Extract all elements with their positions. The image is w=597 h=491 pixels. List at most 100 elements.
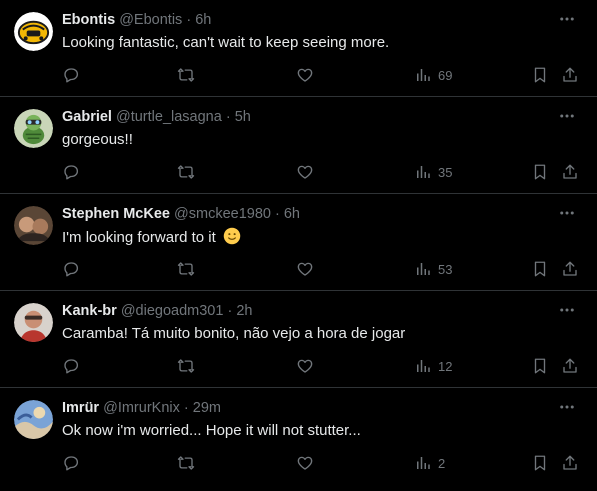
views-button[interactable]: 35 [414,161,452,183]
tweet-item[interactable]: Stephen McKee @smckee1980 · 6h I'm looki… [0,194,597,291]
like-button[interactable] [296,161,314,183]
like-icon [297,68,313,82]
tweet-item[interactable]: Gabriel @turtle_lasagna · 5h gorgeous!! … [0,97,597,194]
views-button[interactable]: 2 [414,452,445,474]
timestamp[interactable]: 6h [195,12,211,28]
display-name[interactable]: Ebontis [62,12,115,28]
timestamp[interactable]: 29m [193,400,221,416]
display-name[interactable]: Kank-br [62,303,117,319]
bookmark-button[interactable] [531,355,549,377]
like-button[interactable] [296,355,314,377]
bookmark-icon [534,261,546,277]
retweet-icon [177,68,195,82]
tweet-item[interactable]: Imrür @ImrurKnix · 29m Ok now i'm worrie… [0,388,597,491]
retweet-button[interactable] [177,258,195,280]
tweet-text: gorgeous!! [62,131,133,148]
slightly-smiling-face-icon [223,227,241,245]
retweet-icon [177,359,195,373]
tweet-header: Gabriel @turtle_lasagna · 5h [62,108,557,126]
avatar[interactable] [14,206,53,245]
separator: · [274,206,280,222]
bookmark-button[interactable] [531,64,549,86]
like-icon [297,456,313,470]
views-count: 35 [438,164,453,180]
more-icon [560,308,574,312]
share-button[interactable] [561,161,579,183]
user-handle[interactable]: @Ebontis [119,12,182,28]
views-button[interactable]: 12 [414,355,452,377]
views-icon [417,166,430,178]
tweet-actions: 2 [0,452,597,474]
reply-icon [64,262,79,277]
tweet-item[interactable]: Kank-br @diegoadm301 · 2h Caramba! Tá mu… [0,291,597,388]
tweet-item[interactable]: Ebontis @Ebontis · 6h Looking fantastic,… [0,0,597,97]
more-icon [560,114,574,118]
timestamp[interactable]: 6h [284,206,300,222]
share-button[interactable] [561,452,579,474]
more-options-button[interactable] [555,202,579,224]
tweet-actions: 12 [0,355,597,377]
views-button[interactable]: 69 [414,64,452,86]
tweet-text: Ok now i'm worried... Hope it will not s… [62,422,361,439]
user-handle[interactable]: @smckee1980 [174,206,271,222]
views-icon [417,360,430,372]
reply-icon [64,165,79,180]
like-icon [297,359,313,373]
tweet-actions: 69 [0,64,597,86]
views-button[interactable]: 53 [414,258,452,280]
tweet-text: I'm looking forward to it [62,227,577,248]
user-handle[interactable]: @turtle_lasagna [116,109,222,125]
photo-avatar-icon [14,206,53,245]
reply-button[interactable] [62,64,80,86]
more-icon [560,17,574,21]
separator: · [186,12,192,28]
avatar[interactable] [14,12,53,51]
bookmark-button[interactable] [531,452,549,474]
retweet-button[interactable] [177,161,195,183]
bookmark-icon [534,455,546,471]
more-options-button[interactable] [555,396,579,418]
bookmark-button[interactable] [531,258,549,280]
share-icon [563,261,577,276]
views-count: 12 [438,358,453,374]
more-options-button[interactable] [555,8,579,30]
like-button[interactable] [296,258,314,280]
reply-button[interactable] [62,452,80,474]
tweet-header: Kank-br @diegoadm301 · 2h [62,302,557,320]
user-handle[interactable]: @diegoadm301 [121,303,224,319]
like-button[interactable] [296,64,314,86]
tweet-text-content: I'm looking forward to it [62,229,216,246]
avatar[interactable] [14,400,53,439]
more-options-button[interactable] [555,105,579,127]
timestamp[interactable]: 5h [235,109,251,125]
timestamp[interactable]: 2h [236,303,252,319]
share-icon [563,164,577,179]
bookmark-icon [534,164,546,180]
separator: · [183,400,189,416]
more-options-button[interactable] [555,299,579,321]
views-icon [417,69,430,81]
display-name[interactable]: Stephen McKee [62,206,170,222]
reply-button[interactable] [62,355,80,377]
avatar[interactable] [14,109,53,148]
retweet-button[interactable] [177,355,195,377]
like-button[interactable] [296,452,314,474]
reply-button[interactable] [62,258,80,280]
separator: · [225,109,231,125]
bookmark-button[interactable] [531,161,549,183]
share-button[interactable] [561,258,579,280]
retweet-button[interactable] [177,452,195,474]
display-name[interactable]: Imrür [62,400,99,416]
reply-button[interactable] [62,161,80,183]
display-name[interactable]: Gabriel [62,109,112,125]
share-button[interactable] [561,64,579,86]
retweet-button[interactable] [177,64,195,86]
like-icon [297,262,313,276]
share-button[interactable] [561,355,579,377]
views-icon [417,457,430,469]
user-handle[interactable]: @ImrurKnix [103,400,180,416]
share-icon [563,455,577,470]
views-count: 2 [438,455,446,471]
retweet-icon [177,456,195,470]
avatar[interactable] [14,303,53,342]
